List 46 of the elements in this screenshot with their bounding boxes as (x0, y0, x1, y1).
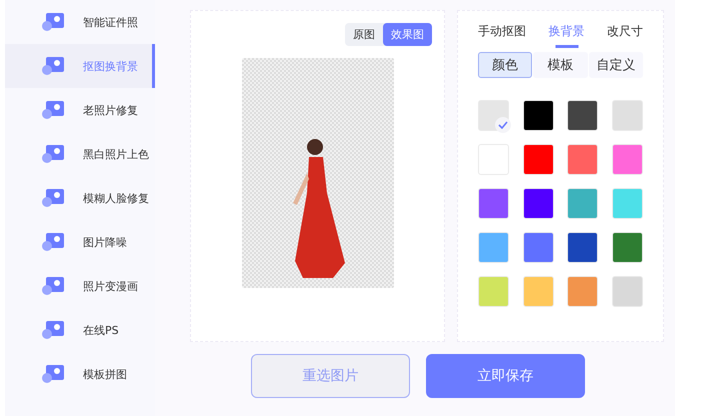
sidebar-item[interactable]: 模板拼图 (5, 352, 155, 396)
app-feature-icon (41, 320, 65, 340)
sidebar-item[interactable]: 照片变漫画 (5, 264, 155, 308)
sidebar-item[interactable]: 智能证件照 (5, 0, 155, 44)
color-swatch[interactable] (612, 144, 643, 175)
color-swatch[interactable] (612, 100, 643, 131)
color-swatch[interactable] (478, 276, 509, 307)
app-feature-icon (41, 144, 65, 164)
color-swatch[interactable] (522, 100, 554, 131)
color-swatch[interactable] (522, 144, 554, 175)
editor-tab[interactable]: 改尺寸 (607, 23, 643, 48)
app-feature-icon (41, 12, 65, 32)
check-icon (495, 117, 511, 133)
color-swatch[interactable] (478, 232, 509, 263)
color-swatch[interactable] (522, 276, 554, 307)
app-feature-icon (41, 232, 65, 252)
color-swatch[interactable] (522, 232, 554, 263)
color-swatch[interactable] (478, 100, 509, 131)
background-type-tab[interactable]: 模板 (533, 52, 588, 78)
view-toggle-option[interactable]: 效果图 (383, 23, 432, 46)
editor-tab[interactable]: 换背景 (548, 23, 584, 48)
color-swatch[interactable] (612, 276, 643, 307)
background-type-tab[interactable]: 自定义 (588, 52, 643, 78)
color-swatch[interactable] (612, 188, 643, 219)
sidebar-item[interactable]: 在线PS (5, 308, 155, 352)
background-type-tab[interactable]: 颜色 (478, 52, 532, 78)
color-swatch[interactable] (612, 232, 643, 263)
color-swatch[interactable] (567, 188, 598, 219)
view-toggle-option[interactable]: 原图 (345, 23, 383, 46)
color-swatch[interactable] (522, 188, 554, 219)
color-swatch[interactable] (567, 100, 598, 131)
app-feature-icon (41, 364, 65, 384)
sidebar-item[interactable]: 黑白照片上色 (5, 132, 155, 176)
sidebar-item[interactable]: 图片降噪 (5, 220, 155, 264)
sidebar-item[interactable]: 老照片修复 (5, 88, 155, 132)
save-button[interactable]: 立即保存 (426, 354, 585, 398)
sidebar-item[interactable]: 模糊人脸修复 (5, 176, 155, 220)
app-feature-icon (41, 100, 65, 120)
color-swatch[interactable] (478, 188, 509, 219)
color-swatch[interactable] (567, 232, 598, 263)
app-feature-icon (41, 276, 65, 296)
editor-tab[interactable]: 手动抠图 (478, 23, 526, 48)
app-feature-icon (41, 56, 65, 76)
app-feature-icon (41, 188, 65, 208)
color-swatch[interactable] (567, 276, 598, 307)
color-swatch[interactable] (567, 144, 598, 175)
